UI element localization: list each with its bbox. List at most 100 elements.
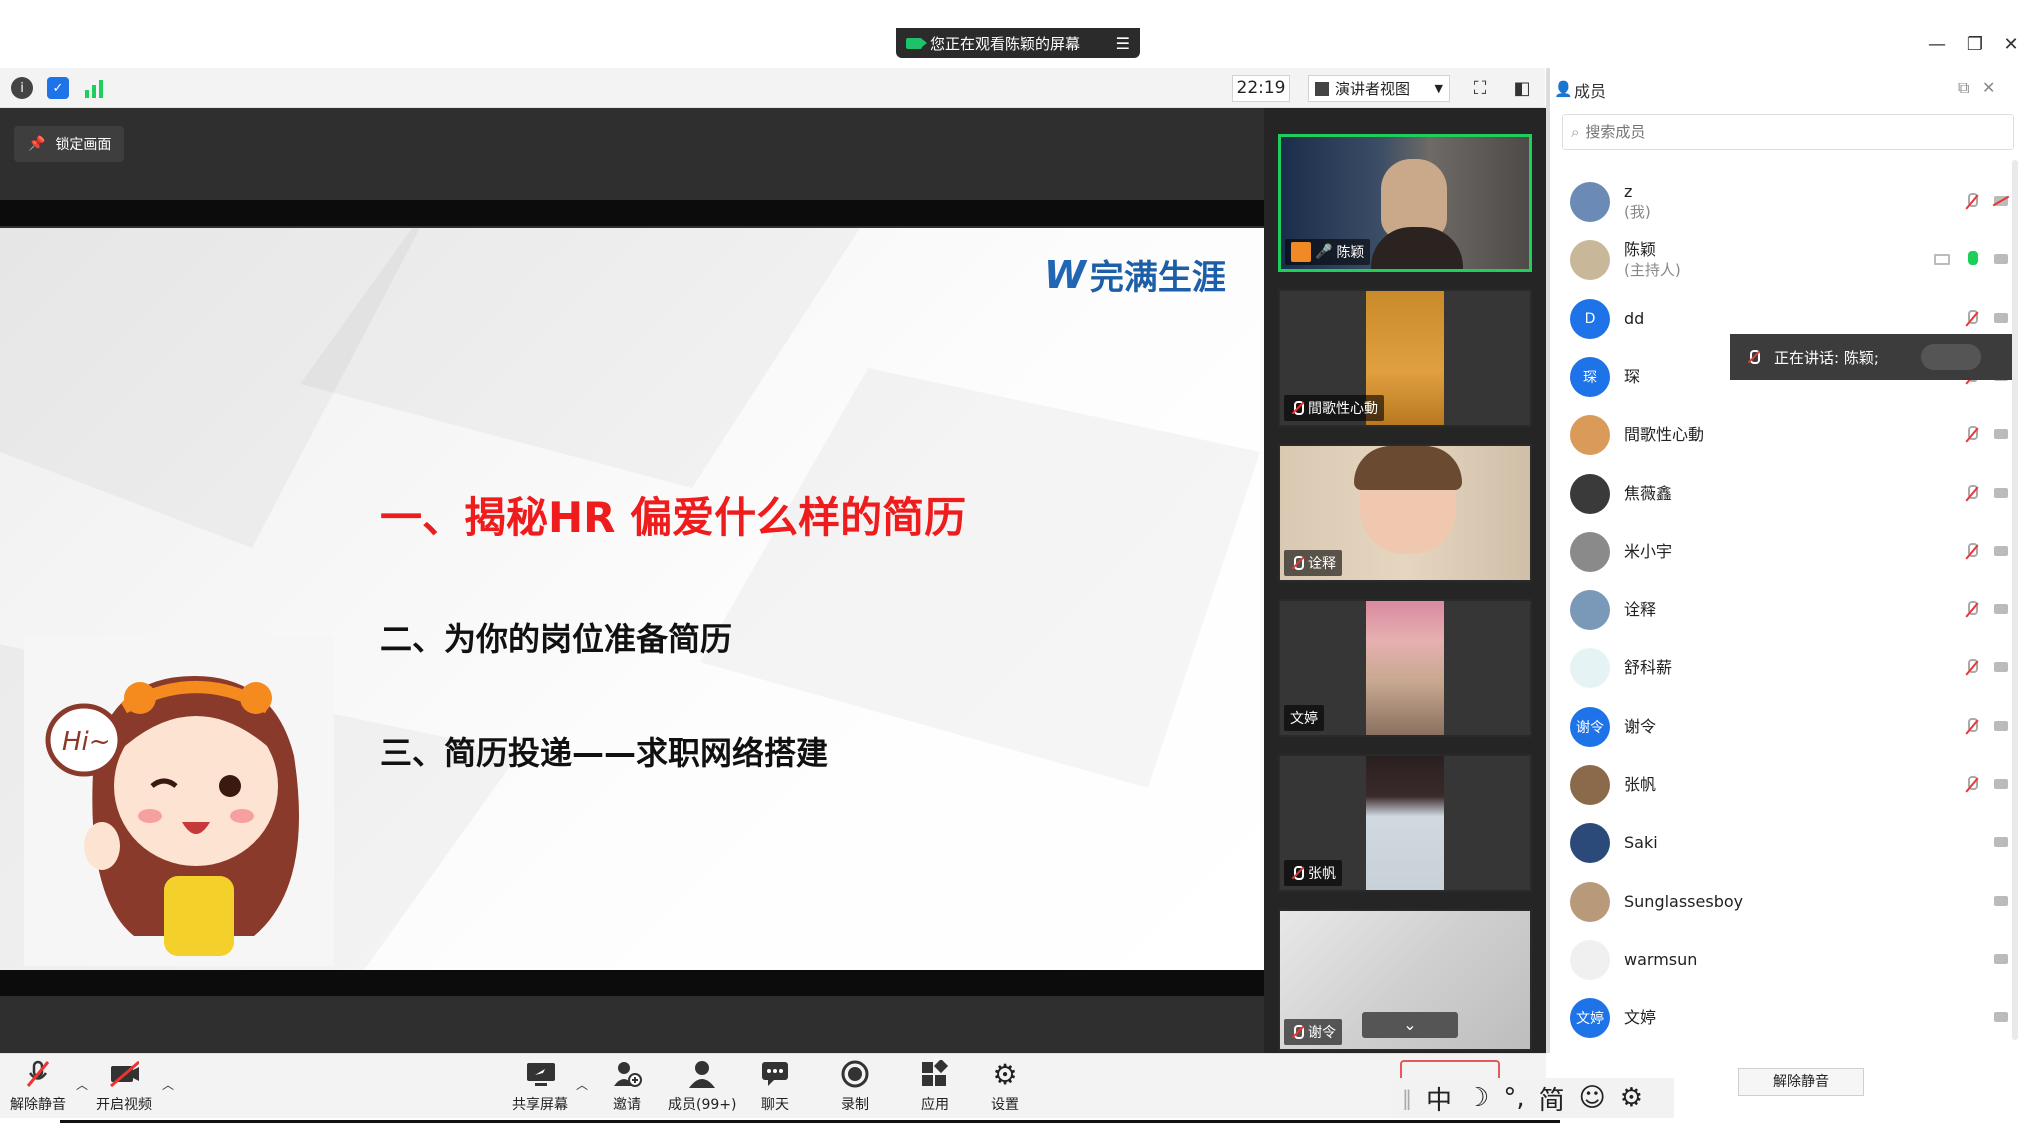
shield-icon[interactable]: ✓ bbox=[47, 77, 69, 99]
invite-button[interactable]: 邀请 bbox=[612, 1060, 642, 1114]
mic-muted-icon[interactable] bbox=[1964, 658, 1978, 676]
member-search-box[interactable]: ⌕ bbox=[1562, 114, 2014, 150]
popout-icon[interactable]: ⧉ bbox=[1958, 78, 1969, 98]
start-video-button[interactable]: 开启视频 bbox=[96, 1060, 152, 1114]
camera-icon[interactable] bbox=[1994, 254, 2008, 264]
camera-icon[interactable] bbox=[1994, 488, 2008, 498]
member-row[interactable]: 焦薇鑫 bbox=[1562, 466, 2018, 522]
avatar bbox=[1570, 940, 1610, 980]
member-row[interactable]: warmsun bbox=[1562, 932, 2018, 988]
member-name: 琛 bbox=[1624, 367, 1641, 386]
share-options-chevron-icon[interactable]: ︿ bbox=[576, 1076, 588, 1093]
member-row[interactable]: 間歌性心動 bbox=[1562, 407, 2018, 463]
info-icon[interactable]: i bbox=[11, 77, 33, 99]
screen-share-banner[interactable]: 您正在观看陈颖的屏幕 ☰ bbox=[896, 28, 1140, 58]
member-row[interactable]: 谢令 谢令 bbox=[1562, 699, 2018, 755]
member-name: 诠释 bbox=[1624, 600, 1657, 619]
mic-muted-icon[interactable] bbox=[1964, 600, 1978, 618]
gallery-scroll-down-button[interactable]: ⌄ bbox=[1362, 1012, 1458, 1038]
video-tile-chenying[interactable]: 🎤 陈颖 bbox=[1278, 134, 1532, 272]
share-screen-icon bbox=[525, 1060, 555, 1088]
member-name-block: 舒科薪 bbox=[1624, 658, 1672, 678]
signal-icon[interactable] bbox=[83, 78, 105, 98]
banner-menu-icon[interactable]: ☰ bbox=[1116, 34, 1130, 53]
ime-emoji-icon[interactable]: ☺ bbox=[1579, 1083, 1606, 1113]
chat-button[interactable]: 聊天 bbox=[760, 1060, 790, 1114]
video-tile-wenting[interactable]: 文婷 bbox=[1278, 599, 1532, 737]
mic-muted-icon[interactable] bbox=[1964, 775, 1978, 793]
audio-options-chevron-icon[interactable]: ︿ bbox=[76, 1076, 88, 1093]
fullscreen-icon[interactable]: ⛶ bbox=[1466, 75, 1494, 102]
camera-icon[interactable] bbox=[1994, 1012, 2008, 1022]
restore-icon[interactable]: ❐ bbox=[1962, 32, 1988, 58]
ime-simplified-toggle[interactable]: 简 bbox=[1539, 1080, 1565, 1117]
share-screen-button[interactable]: 共享屏幕 bbox=[512, 1060, 568, 1114]
member-row[interactable]: Sunglassesboy bbox=[1562, 874, 2018, 930]
letterbox-top bbox=[0, 200, 1264, 226]
member-row[interactable]: 陈颖 (主持人) bbox=[1562, 232, 2018, 288]
speech-bubble-text: Hi~ bbox=[62, 727, 111, 757]
camera-icon[interactable] bbox=[1994, 429, 2008, 439]
minimize-icon[interactable]: — bbox=[1924, 32, 1950, 58]
camera-icon[interactable] bbox=[1994, 896, 2008, 906]
camera-icon[interactable] bbox=[1994, 721, 2008, 731]
apps-label: 应用 bbox=[921, 1097, 949, 1113]
apps-button[interactable]: 应用 bbox=[920, 1060, 950, 1114]
ime-mode-toggle[interactable]: 中 bbox=[1426, 1080, 1452, 1117]
member-row[interactable]: 诠释 bbox=[1562, 582, 2018, 638]
member-name-block: 米小宇 bbox=[1624, 542, 1672, 562]
ime-handle-icon[interactable]: ‖ bbox=[1402, 1086, 1412, 1110]
camera-off-icon[interactable] bbox=[1994, 196, 2008, 206]
close-icon[interactable]: ✕ bbox=[1998, 32, 2022, 58]
camera-icon[interactable] bbox=[1994, 779, 2008, 789]
mic-muted-icon[interactable] bbox=[1964, 717, 1978, 735]
chat-label: 聊天 bbox=[761, 1097, 789, 1113]
members-button[interactable]: 成员(99+) bbox=[668, 1060, 736, 1114]
mic-muted-icon[interactable] bbox=[1964, 484, 1978, 502]
record-button[interactable]: 录制 bbox=[840, 1060, 870, 1114]
member-row[interactable]: 米小宇 bbox=[1562, 524, 2018, 580]
window-bottom-edge bbox=[0, 1118, 2022, 1135]
lock-view-label: 锁定画面 bbox=[55, 137, 112, 153]
camera-icon[interactable] bbox=[1994, 313, 2008, 323]
camera-icon[interactable] bbox=[1994, 662, 2008, 672]
member-search-input[interactable] bbox=[1585, 123, 1966, 141]
video-options-chevron-icon[interactable]: ︿ bbox=[162, 1076, 174, 1093]
member-list-scrollbar[interactable] bbox=[2012, 160, 2018, 1040]
view-mode-select[interactable]: 演讲者视图 ▼ bbox=[1308, 75, 1450, 102]
member-row[interactable]: z (我) bbox=[1562, 174, 2018, 230]
video-tile-name: 谢令 bbox=[1308, 1025, 1336, 1041]
member-row[interactable]: 舒科薪 bbox=[1562, 640, 2018, 696]
camera-icon[interactable] bbox=[1994, 546, 2008, 556]
settings-button[interactable]: ⚙ 设置 bbox=[990, 1058, 1020, 1114]
video-tile-jiangexing[interactable]: 間歌性心動 bbox=[1278, 289, 1532, 427]
ime-toolbar: ‖ 中 ☽ °, 简 ☺ ⚙ bbox=[1394, 1078, 1674, 1118]
mic-on-icon[interactable] bbox=[1964, 250, 1978, 268]
mic-muted-icon[interactable] bbox=[1964, 425, 1978, 443]
member-row[interactable]: 张帆 bbox=[1562, 757, 2018, 813]
speaking-label: 正在讲话: 陈颖; bbox=[1774, 348, 1879, 367]
member-role: (我) bbox=[1624, 203, 1651, 221]
mic-muted-icon[interactable] bbox=[1964, 309, 1978, 327]
panel-close-icon[interactable]: ✕ bbox=[1982, 78, 1995, 97]
camera-icon[interactable] bbox=[1994, 604, 2008, 614]
unmute-button[interactable]: 解除静音 bbox=[10, 1060, 66, 1114]
ime-moon-icon[interactable]: ☽ bbox=[1466, 1083, 1489, 1113]
mic-muted-icon[interactable] bbox=[1964, 192, 1978, 210]
ime-punctuation-toggle[interactable]: °, bbox=[1503, 1083, 1524, 1113]
camera-icon[interactable] bbox=[1994, 837, 2008, 847]
mic-muted-icon[interactable] bbox=[1964, 542, 1978, 560]
sidebar-toggle-icon[interactable]: ◧ bbox=[1508, 75, 1536, 102]
view-mode-label: 演讲者视图 bbox=[1335, 80, 1411, 98]
camera-icon[interactable] bbox=[1994, 954, 2008, 964]
member-row[interactable]: 文婷 文婷 bbox=[1562, 990, 2018, 1046]
mic-on-icon: 🎤 bbox=[1315, 244, 1333, 260]
lock-view-button[interactable]: 📌 锁定画面 bbox=[14, 126, 124, 162]
video-tile-name: 陈颖 bbox=[1336, 245, 1365, 261]
chat-icon bbox=[760, 1060, 790, 1088]
video-tile-quanshi[interactable]: 诠释 bbox=[1278, 444, 1532, 582]
ime-settings-icon[interactable]: ⚙ bbox=[1620, 1083, 1643, 1113]
unmute-all-button[interactable]: 解除静音 bbox=[1738, 1068, 1864, 1096]
member-row[interactable]: Saki bbox=[1562, 815, 2018, 871]
video-tile-zhangfan[interactable]: 张帆 bbox=[1278, 754, 1532, 892]
